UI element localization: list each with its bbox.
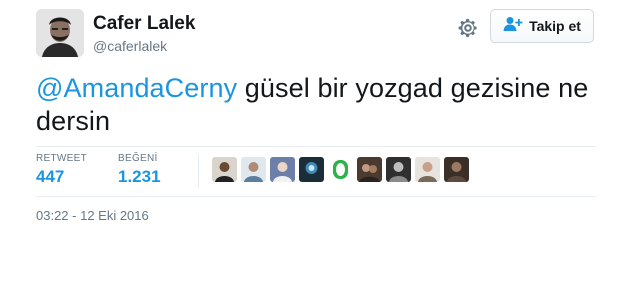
author-name[interactable]: Cafer Lalek [93, 13, 195, 35]
like-stat[interactable]: BEĞENİ 1.231 [118, 153, 161, 187]
tweet-text: @AmandaCerny güsel bir yozgad gezisine n… [36, 72, 596, 138]
retweet-stat[interactable]: RETWEET 447 [36, 153, 87, 187]
mention-link[interactable]: @AmandaCerny [36, 73, 237, 103]
liker-avatars [212, 157, 469, 182]
divider [36, 196, 596, 197]
retweet-label: RETWEET [36, 153, 87, 164]
author-handle[interactable]: @caferlalek [93, 38, 167, 54]
liker-avatar[interactable] [357, 157, 382, 182]
like-count: 1.231 [118, 167, 161, 186]
author-avatar[interactable] [36, 9, 84, 57]
liker-avatar[interactable] [386, 157, 411, 182]
like-label: BEĞENİ [118, 153, 158, 164]
liker-avatar[interactable] [444, 157, 469, 182]
divider [36, 146, 596, 147]
tweet-timestamp[interactable]: 03:22 - 12 Eki 2016 [36, 208, 149, 223]
follow-button[interactable]: Takip et [490, 9, 594, 43]
follow-button-label: Takip et [529, 18, 581, 34]
gear-icon[interactable] [456, 16, 480, 40]
liker-avatar[interactable] [328, 157, 353, 182]
liker-avatar[interactable] [212, 157, 237, 182]
liker-avatar[interactable] [241, 157, 266, 182]
stats-separator [198, 154, 199, 188]
liker-avatar[interactable] [270, 157, 295, 182]
liker-avatar[interactable] [415, 157, 440, 182]
tweet-card: Cafer Lalek @caferlalek Takip et @Amanda… [0, 0, 632, 294]
retweet-count: 447 [36, 167, 65, 186]
add-user-icon [503, 16, 523, 37]
liker-avatar[interactable] [299, 157, 324, 182]
